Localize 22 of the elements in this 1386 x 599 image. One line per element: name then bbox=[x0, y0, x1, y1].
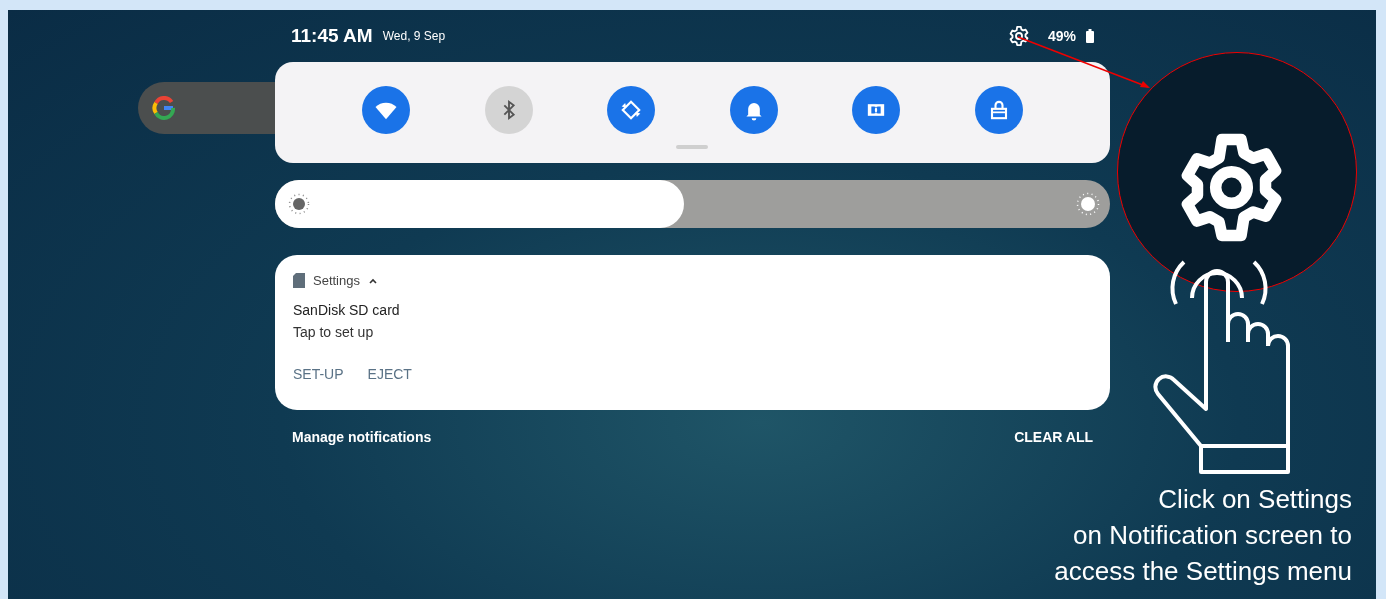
manage-notifications-button[interactable]: Manage notifications bbox=[292, 429, 432, 445]
notification-action[interactable]: SET-UP bbox=[293, 366, 344, 382]
battery-icon bbox=[1086, 29, 1094, 43]
drag-handle[interactable] bbox=[676, 145, 708, 149]
search-bar[interactable] bbox=[138, 82, 275, 134]
settings-icon[interactable] bbox=[1007, 25, 1030, 47]
notification-action[interactable]: EJECT bbox=[367, 366, 412, 382]
battery-percent: 49% bbox=[1047, 28, 1076, 44]
caret-icon[interactable] bbox=[368, 276, 378, 285]
clear-all-button[interactable]: CLEAR ALL bbox=[1014, 429, 1093, 445]
sun-icon bbox=[1076, 192, 1100, 216]
clock-time: 11:45 AM bbox=[291, 25, 373, 47]
app-name: Settings bbox=[313, 273, 360, 288]
sd-card-icon bbox=[293, 273, 305, 288]
instruction-caption: Click on Settings on Notification screen to access the Settings menu bbox=[1054, 483, 1352, 588]
notification-title: SanDisk SD card bbox=[293, 302, 401, 318]
brightness-slider[interactable] bbox=[275, 180, 1110, 228]
g-logo-icon bbox=[152, 96, 176, 120]
date-text: Wed, 9 Sep bbox=[382, 29, 446, 43]
notification-card[interactable]: Settings SanDisk SD card Tap to set up SET-UP EJECT bbox=[275, 255, 1110, 410]
notification-text: Tap to set up bbox=[293, 324, 375, 340]
sun-icon bbox=[287, 192, 311, 216]
